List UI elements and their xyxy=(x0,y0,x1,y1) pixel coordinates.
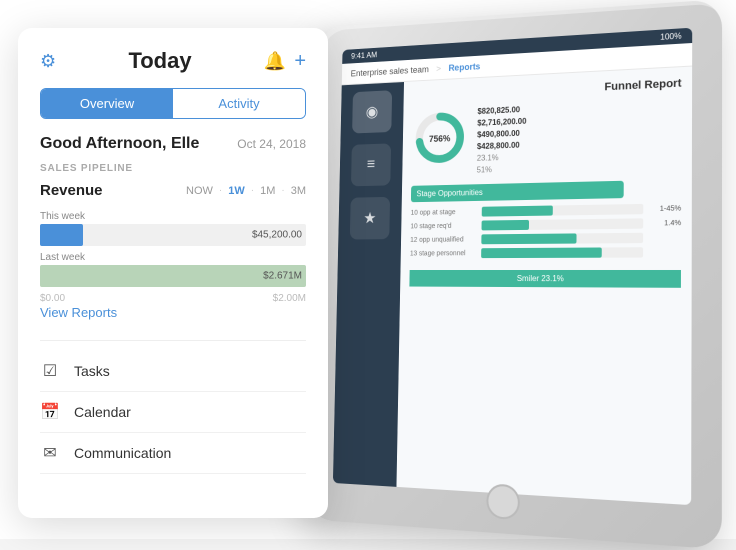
time-filters: NOW · 1W · 1M · 3M xyxy=(186,185,306,197)
menu-item-tasks[interactable]: ☑ Tasks xyxy=(40,351,306,392)
bar-group: This week $45,200.00 Last week $2.671M xyxy=(40,207,306,291)
ipad-sidebar-item-3[interactable]: ★ xyxy=(350,197,390,240)
pipeline-label: SALES PIPELINE xyxy=(40,163,306,174)
menu-item-calendar[interactable]: 📅 Calendar xyxy=(40,392,306,433)
ipad-sidebar-item-1[interactable]: ◉ xyxy=(352,90,392,133)
ipad-sidebar: ◉ ≡ ★ xyxy=(333,82,404,487)
ipad-content: 9:41 AM 100% Enterprise sales team > Rep… xyxy=(333,28,692,505)
tab-overview[interactable]: Overview xyxy=(41,89,173,118)
chart-axis: $0.00 $2.00M xyxy=(40,293,306,304)
thisweek-bar-row: This week $45,200.00 xyxy=(40,211,306,246)
ipad-row-bar-1 xyxy=(482,204,644,217)
thisweek-value: $45,200.00 xyxy=(252,230,302,241)
menu-item-communication[interactable]: ✉ Communication xyxy=(40,433,306,474)
thisweek-fill xyxy=(40,224,83,246)
ipad-row-label-1: 10 opp at stage xyxy=(411,208,476,216)
ipad-screen: 9:41 AM 100% Enterprise sales team > Rep… xyxy=(333,28,692,505)
ipad-row-label-4: 13 stage personnel xyxy=(410,250,476,257)
lastweek-value: $2.671M xyxy=(263,271,302,282)
ipad-donut-chart: 756% xyxy=(412,108,469,168)
ipad-time: 9:41 AM xyxy=(351,51,377,61)
chart-area: This week $45,200.00 Last week $2.671M $… xyxy=(40,207,306,297)
ipad-nav-team: Enterprise sales team xyxy=(351,64,429,78)
communication-label: Communication xyxy=(74,445,171,461)
plus-icon[interactable]: + xyxy=(294,50,306,73)
divider xyxy=(40,340,306,341)
lastweek-track: $2.671M xyxy=(40,265,306,287)
ipad-row-label-3: 12 opp unqualified xyxy=(410,236,476,243)
scene: 9:41 AM 100% Enterprise sales team > Rep… xyxy=(0,0,736,539)
ipad-row-val-2: 1.4% xyxy=(649,219,681,227)
ipad-report-row: 10 opp at stage 1-45% xyxy=(411,203,682,217)
lastweek-bar-row: Last week $2.671M xyxy=(40,252,306,287)
page-title: Today xyxy=(56,48,264,74)
ipad-report-row: 12 opp unqualified xyxy=(410,232,681,244)
ipad-row-fill-4 xyxy=(481,247,601,258)
tasks-label: Tasks xyxy=(74,363,110,379)
ipad-donut-row: 756% $820,825.00 $2,716,200.00 $490,800.… xyxy=(411,98,681,176)
tasks-icon: ☑ xyxy=(40,361,60,381)
fp-tabs: Overview Activity xyxy=(40,88,306,119)
ipad-report-rows: 10 opp at stage 1-45% 10 stage req'd xyxy=(410,203,681,258)
ipad-row-fill-2 xyxy=(482,220,529,231)
communication-icon: ✉ xyxy=(40,443,60,463)
ipad-sidebar-item-2[interactable]: ≡ xyxy=(351,143,391,186)
ipad-report-row: 13 stage personnel xyxy=(410,247,681,258)
ipad-nav-sep: > xyxy=(436,64,441,74)
thisweek-label: This week xyxy=(40,211,306,222)
filter-3m[interactable]: 3M xyxy=(291,185,306,197)
list-icon: ≡ xyxy=(367,156,376,173)
calendar-icon: 📅 xyxy=(40,402,60,422)
front-panel: ⚙ Today 🔔 + Overview Activity Good After… xyxy=(18,28,328,518)
ipad-nav-current: Reports xyxy=(448,61,480,72)
settings-icon[interactable]: ⚙ xyxy=(40,51,56,72)
date-text: Oct 24, 2018 xyxy=(237,137,306,151)
tab-activity[interactable]: Activity xyxy=(173,89,305,118)
thisweek-track: $45,200.00 xyxy=(40,224,306,246)
filter-1m[interactable]: 1M xyxy=(260,185,275,197)
axis-start: $0.00 xyxy=(40,293,65,304)
ipad-green-bar: Stage Opportunities xyxy=(411,181,624,202)
bell-icon[interactable]: 🔔 xyxy=(264,51,286,72)
ipad-row-val-1: 1-45% xyxy=(650,205,682,213)
lastweek-label: Last week xyxy=(40,252,306,263)
chart-icon: ◉ xyxy=(366,102,379,121)
ipad-report-row: 10 stage req'd 1.4% xyxy=(410,218,681,231)
ipad-row-bar-4 xyxy=(481,247,643,258)
ipad-report-area: Funnel Report 756% xyxy=(396,67,692,506)
ipad-bottom-bar: Smiler 23.1% xyxy=(409,270,681,288)
calendar-label: Calendar xyxy=(74,404,131,420)
ipad-row-bar-3 xyxy=(481,233,643,244)
ipad-row-bar-2 xyxy=(482,218,644,230)
filter-1w[interactable]: 1W xyxy=(228,185,245,197)
ipad-main: ◉ ≡ ★ Funnel Report xyxy=(333,67,692,506)
fp-greeting-row: Good Afternoon, Elle Oct 24, 2018 xyxy=(40,135,306,153)
ipad-row-fill-3 xyxy=(481,233,576,244)
greeting-text: Good Afternoon, Elle xyxy=(40,135,199,153)
ipad-battery: 100% xyxy=(660,31,681,41)
view-reports-link[interactable]: View Reports xyxy=(40,305,306,320)
ipad-wrapper: 9:41 AM 100% Enterprise sales team > Rep… xyxy=(296,10,716,530)
star-icon: ★ xyxy=(363,209,376,228)
ipad-row-fill-1 xyxy=(482,206,553,217)
axis-end: $2.00M xyxy=(273,293,306,304)
revenue-title: Revenue xyxy=(40,182,103,199)
ipad-row-label-2: 10 stage req'd xyxy=(410,222,476,230)
svg-text:756%: 756% xyxy=(429,133,451,144)
revenue-header: Revenue NOW · 1W · 1M · 3M xyxy=(40,182,306,199)
ipad-numbers: $820,825.00 $2,716,200.00 $490,800.00 $4… xyxy=(477,98,682,175)
filter-now[interactable]: NOW xyxy=(186,185,213,197)
ipad-body: 9:41 AM 100% Enterprise sales team > Rep… xyxy=(307,0,722,550)
fp-header: ⚙ Today 🔔 + xyxy=(40,48,306,74)
ipad-num-6: 51% xyxy=(477,160,682,175)
